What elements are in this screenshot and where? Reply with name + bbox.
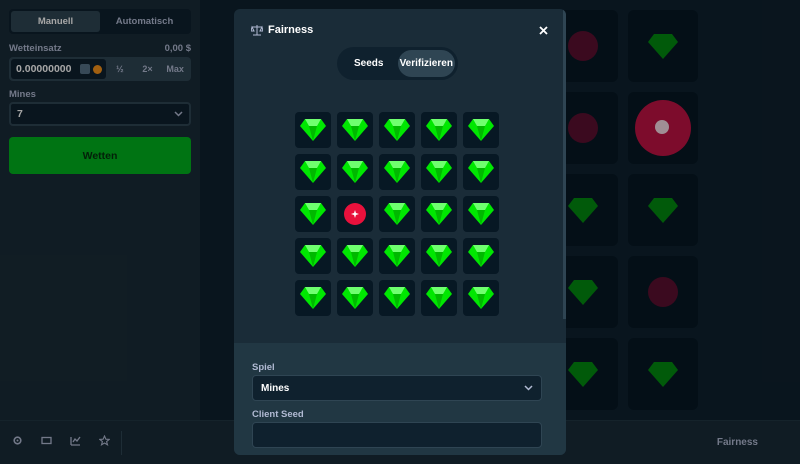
grid-tile (337, 196, 373, 232)
grid-tile (379, 238, 415, 274)
grid-tile (421, 112, 457, 148)
gem-icon (342, 119, 368, 141)
gem-icon (426, 287, 452, 309)
gem-icon (384, 287, 410, 309)
fairness-tabs: Seeds Verifizieren (337, 47, 458, 80)
modal-header: Fairness (234, 9, 566, 51)
grid-tile (337, 238, 373, 274)
gem-icon (300, 245, 326, 267)
grid-tile (421, 196, 457, 232)
grid-tile (379, 154, 415, 190)
grid-tile (421, 238, 457, 274)
modal-title: Fairness (268, 24, 314, 36)
grid-tile (295, 112, 331, 148)
game-select-value: Mines (261, 382, 290, 394)
fairness-modal: Fairness Seeds Verifizieren Spiel Mines … (234, 9, 566, 455)
grid-tile (463, 238, 499, 274)
grid-tile (421, 280, 457, 316)
gem-icon (342, 161, 368, 183)
tab-seeds[interactable]: Seeds (340, 50, 398, 77)
gem-icon (468, 245, 494, 267)
grid-tile (337, 280, 373, 316)
grid-tile (463, 154, 499, 190)
gem-icon (468, 203, 494, 225)
gem-icon (384, 119, 410, 141)
grid-tile (421, 154, 457, 190)
mine-icon (344, 203, 366, 225)
gem-icon (426, 245, 452, 267)
scales-icon (251, 25, 263, 36)
chevron-down-icon (524, 385, 533, 391)
gem-icon (468, 161, 494, 183)
gem-icon (384, 245, 410, 267)
grid-tile (295, 196, 331, 232)
grid-tile (337, 112, 373, 148)
grid-tile (337, 154, 373, 190)
gem-icon (468, 119, 494, 141)
verify-form: Spiel Mines Client Seed (234, 343, 566, 455)
game-select[interactable]: Mines (252, 375, 542, 401)
modal-scrollbar[interactable] (563, 9, 566, 319)
gem-icon (300, 161, 326, 183)
gem-icon (342, 245, 368, 267)
verify-board (295, 112, 501, 318)
gem-icon (342, 287, 368, 309)
gem-icon (426, 119, 452, 141)
grid-tile (295, 280, 331, 316)
grid-tile (379, 112, 415, 148)
grid-tile (463, 280, 499, 316)
tab-verify[interactable]: Verifizieren (397, 50, 455, 77)
gem-icon (300, 203, 326, 225)
gem-icon (384, 161, 410, 183)
gem-icon (468, 287, 494, 309)
grid-tile (463, 196, 499, 232)
gem-icon (384, 203, 410, 225)
client-seed-label: Client Seed (252, 409, 304, 420)
gem-icon (426, 161, 452, 183)
grid-tile (295, 154, 331, 190)
gem-icon (300, 287, 326, 309)
close-icon[interactable] (537, 24, 549, 36)
gem-icon (300, 119, 326, 141)
grid-tile (379, 280, 415, 316)
grid-tile (295, 238, 331, 274)
grid-tile (463, 112, 499, 148)
grid-tile (379, 196, 415, 232)
game-label: Spiel (252, 362, 275, 373)
gem-icon (426, 203, 452, 225)
client-seed-input[interactable] (252, 422, 542, 448)
